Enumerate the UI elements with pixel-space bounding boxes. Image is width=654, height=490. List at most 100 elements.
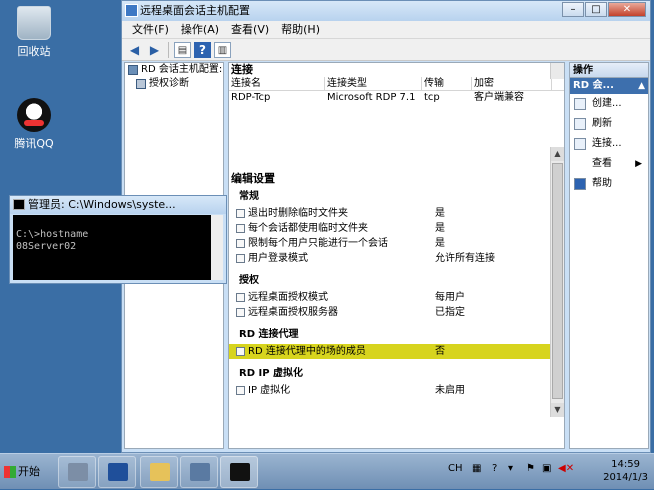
setting-name: 每个会话都使用临时文件夹 bbox=[248, 223, 368, 234]
system-tray: CH ▦ ? ▾ ⚑ ▣ ◀✕ 14:59 2014/1/3 bbox=[438, 454, 654, 490]
action-label: 帮助 bbox=[592, 178, 612, 189]
minimize-button[interactable]: – bbox=[562, 2, 584, 17]
group-ip-virtualization: RD IP 虚拟化 bbox=[239, 368, 304, 379]
taskbar-server-manager[interactable] bbox=[58, 456, 96, 488]
menu-action[interactable]: 操作(A) bbox=[175, 21, 225, 38]
clock-date: 2014/1/3 bbox=[603, 472, 648, 483]
recycle-bin-desktop-icon[interactable]: 回收站 bbox=[4, 6, 64, 59]
flag-icon[interactable]: ⚑ bbox=[526, 463, 535, 474]
setting-icon bbox=[236, 224, 245, 233]
setting-row[interactable]: 用户登录模式 允许所有连接 bbox=[229, 251, 550, 266]
col-header-encryption[interactable]: 加密 bbox=[472, 77, 552, 90]
setting-value: 是 bbox=[435, 208, 445, 219]
submenu-arrow-icon: ▶ bbox=[635, 159, 642, 169]
setting-icon bbox=[236, 386, 245, 395]
group-general: 常规 bbox=[239, 191, 259, 202]
setting-row[interactable]: 限制每个用户只能进行一个会话 是 bbox=[229, 236, 550, 251]
action-label: 刷新 bbox=[592, 118, 612, 129]
start-button[interactable]: 开始 bbox=[2, 459, 44, 485]
show-hide-tree-icon[interactable]: ▤ bbox=[174, 41, 191, 58]
show-hide-action-pane-icon[interactable]: ▥ bbox=[214, 41, 231, 58]
connections-title: 连接 bbox=[231, 63, 253, 76]
recycle-bin-label: 回收站 bbox=[17, 45, 51, 58]
cmd-scrollbar[interactable] bbox=[211, 215, 223, 280]
tree-item-rd-config[interactable]: RD 会话主机配置: bbox=[125, 63, 223, 77]
back-arrow-icon[interactable]: ◀ bbox=[126, 42, 143, 58]
close-button[interactable]: ✕ bbox=[608, 2, 646, 17]
connections-header: 连接名 连接类型 传输 加密 bbox=[229, 77, 564, 91]
cmd-console[interactable]: C:\>hostname 08Server02 bbox=[13, 215, 223, 280]
volume-muted-icon[interactable]: ◀✕ bbox=[558, 463, 574, 474]
scroll-thumb[interactable] bbox=[552, 163, 563, 399]
taskbar-explorer[interactable] bbox=[140, 456, 178, 488]
setting-name: 退出时删除临时文件夹 bbox=[248, 208, 348, 219]
setting-row[interactable]: IP 虚拟化 未启用 bbox=[229, 383, 550, 398]
taskbar-powershell[interactable] bbox=[98, 456, 136, 488]
menu-view[interactable]: 查看(V) bbox=[225, 21, 275, 38]
tree-item-licensing-diagnosis[interactable]: 授权诊断 bbox=[125, 77, 223, 91]
setting-name: RD 连接代理中的场的成员 bbox=[248, 346, 366, 357]
cmd-app-icon bbox=[13, 199, 25, 210]
col-header-type[interactable]: 连接类型 bbox=[325, 77, 422, 90]
window-titlebar[interactable]: 远程桌面会话主机配置 – □ ✕ bbox=[122, 1, 650, 21]
action-view[interactable]: 查看 ▶ bbox=[570, 154, 648, 174]
setting-icon bbox=[236, 293, 245, 302]
qq-label: 腾讯QQ bbox=[14, 137, 54, 150]
setting-icon bbox=[236, 308, 245, 317]
table-row[interactable]: RDP-Tcp Microsoft RDP 7.1 tcp 客户端兼容 bbox=[229, 91, 564, 105]
taskbar-rd-config[interactable] bbox=[180, 456, 218, 488]
setting-value: 已指定 bbox=[435, 307, 465, 318]
col-header-transport[interactable]: 传输 bbox=[422, 77, 472, 90]
clock-time: 14:59 bbox=[611, 459, 640, 470]
menu-help[interactable]: 帮助(H) bbox=[275, 21, 326, 38]
options-arrow-icon[interactable]: ▾ bbox=[508, 463, 513, 474]
cmd-line: C:\>hostname bbox=[16, 229, 89, 240]
taskbar-cmd[interactable] bbox=[220, 456, 258, 488]
maximize-button[interactable]: □ bbox=[585, 2, 607, 17]
setting-value: 未启用 bbox=[435, 385, 465, 396]
scroll-down-icon[interactable]: ▼ bbox=[551, 403, 564, 417]
network-icon[interactable]: ▣ bbox=[542, 463, 551, 474]
toolbar-separator bbox=[168, 41, 169, 58]
action-help[interactable]: 帮助 bbox=[570, 174, 648, 194]
actions-subheader-label: RD 会... bbox=[573, 80, 614, 91]
collapse-arrow-icon[interactable]: ▲ bbox=[638, 78, 645, 94]
cmd-title: 管理员: C:\Windows\syste... bbox=[28, 198, 176, 211]
action-label: 创建... bbox=[592, 98, 622, 109]
clock[interactable]: 14:59 2014/1/3 bbox=[603, 458, 648, 484]
forward-arrow-icon[interactable]: ▶ bbox=[146, 42, 163, 58]
create-icon bbox=[574, 98, 586, 110]
setting-value: 允许所有连接 bbox=[435, 253, 495, 264]
setting-name: 限制每个用户只能进行一个会话 bbox=[248, 238, 388, 249]
group-connection-broker: RD 连接代理 bbox=[239, 329, 299, 340]
setting-row-selected[interactable]: RD 连接代理中的场的成员 否 bbox=[229, 344, 550, 359]
help-tray-icon[interactable]: ? bbox=[492, 463, 497, 474]
col-header-name[interactable]: 连接名 bbox=[229, 77, 325, 90]
cmd-titlebar[interactable]: 管理员: C:\Windows\syste... bbox=[10, 196, 226, 214]
connections-scrollbar[interactable] bbox=[550, 63, 564, 79]
edit-settings-title: 编辑设置 bbox=[231, 172, 275, 185]
qq-desktop-icon[interactable]: 腾讯QQ bbox=[4, 98, 64, 151]
setting-row[interactable]: 远程桌面授权服务器 已指定 bbox=[229, 305, 550, 320]
action-create[interactable]: 创建... bbox=[570, 94, 648, 114]
setting-row[interactable]: 每个会话都使用临时文件夹 是 bbox=[229, 221, 550, 236]
setting-name: 远程桌面授权模式 bbox=[248, 292, 328, 303]
details-pane: 连接 连接名 连接类型 传输 加密 RDP-Tcp Microsoft RDP … bbox=[228, 62, 565, 449]
menu-bar: 文件(F) 操作(A) 查看(V) 帮助(H) bbox=[122, 21, 650, 39]
toolbar: ◀ ▶ ▤ ? ▥ bbox=[122, 39, 650, 61]
setting-value: 是 bbox=[435, 223, 445, 234]
actions-subheader[interactable]: RD 会... ▲ bbox=[570, 78, 648, 94]
action-refresh[interactable]: 刷新 bbox=[570, 114, 648, 134]
menu-file[interactable]: 文件(F) bbox=[126, 21, 175, 38]
action-connect[interactable]: 连接... bbox=[570, 134, 648, 154]
setting-value: 每用户 bbox=[435, 292, 465, 303]
setting-row[interactable]: 退出时删除临时文件夹 是 bbox=[229, 206, 550, 221]
scroll-up-icon[interactable]: ▲ bbox=[551, 147, 564, 161]
setting-name: 用户登录模式 bbox=[248, 253, 308, 264]
setting-icon bbox=[236, 209, 245, 218]
keyboard-icon[interactable]: ▦ bbox=[472, 463, 481, 474]
setting-row[interactable]: 远程桌面授权模式 每用户 bbox=[229, 290, 550, 305]
settings-scrollbar[interactable]: ▲ ▼ bbox=[550, 147, 564, 417]
language-indicator[interactable]: CH bbox=[448, 463, 463, 474]
help-icon[interactable]: ? bbox=[194, 41, 211, 58]
